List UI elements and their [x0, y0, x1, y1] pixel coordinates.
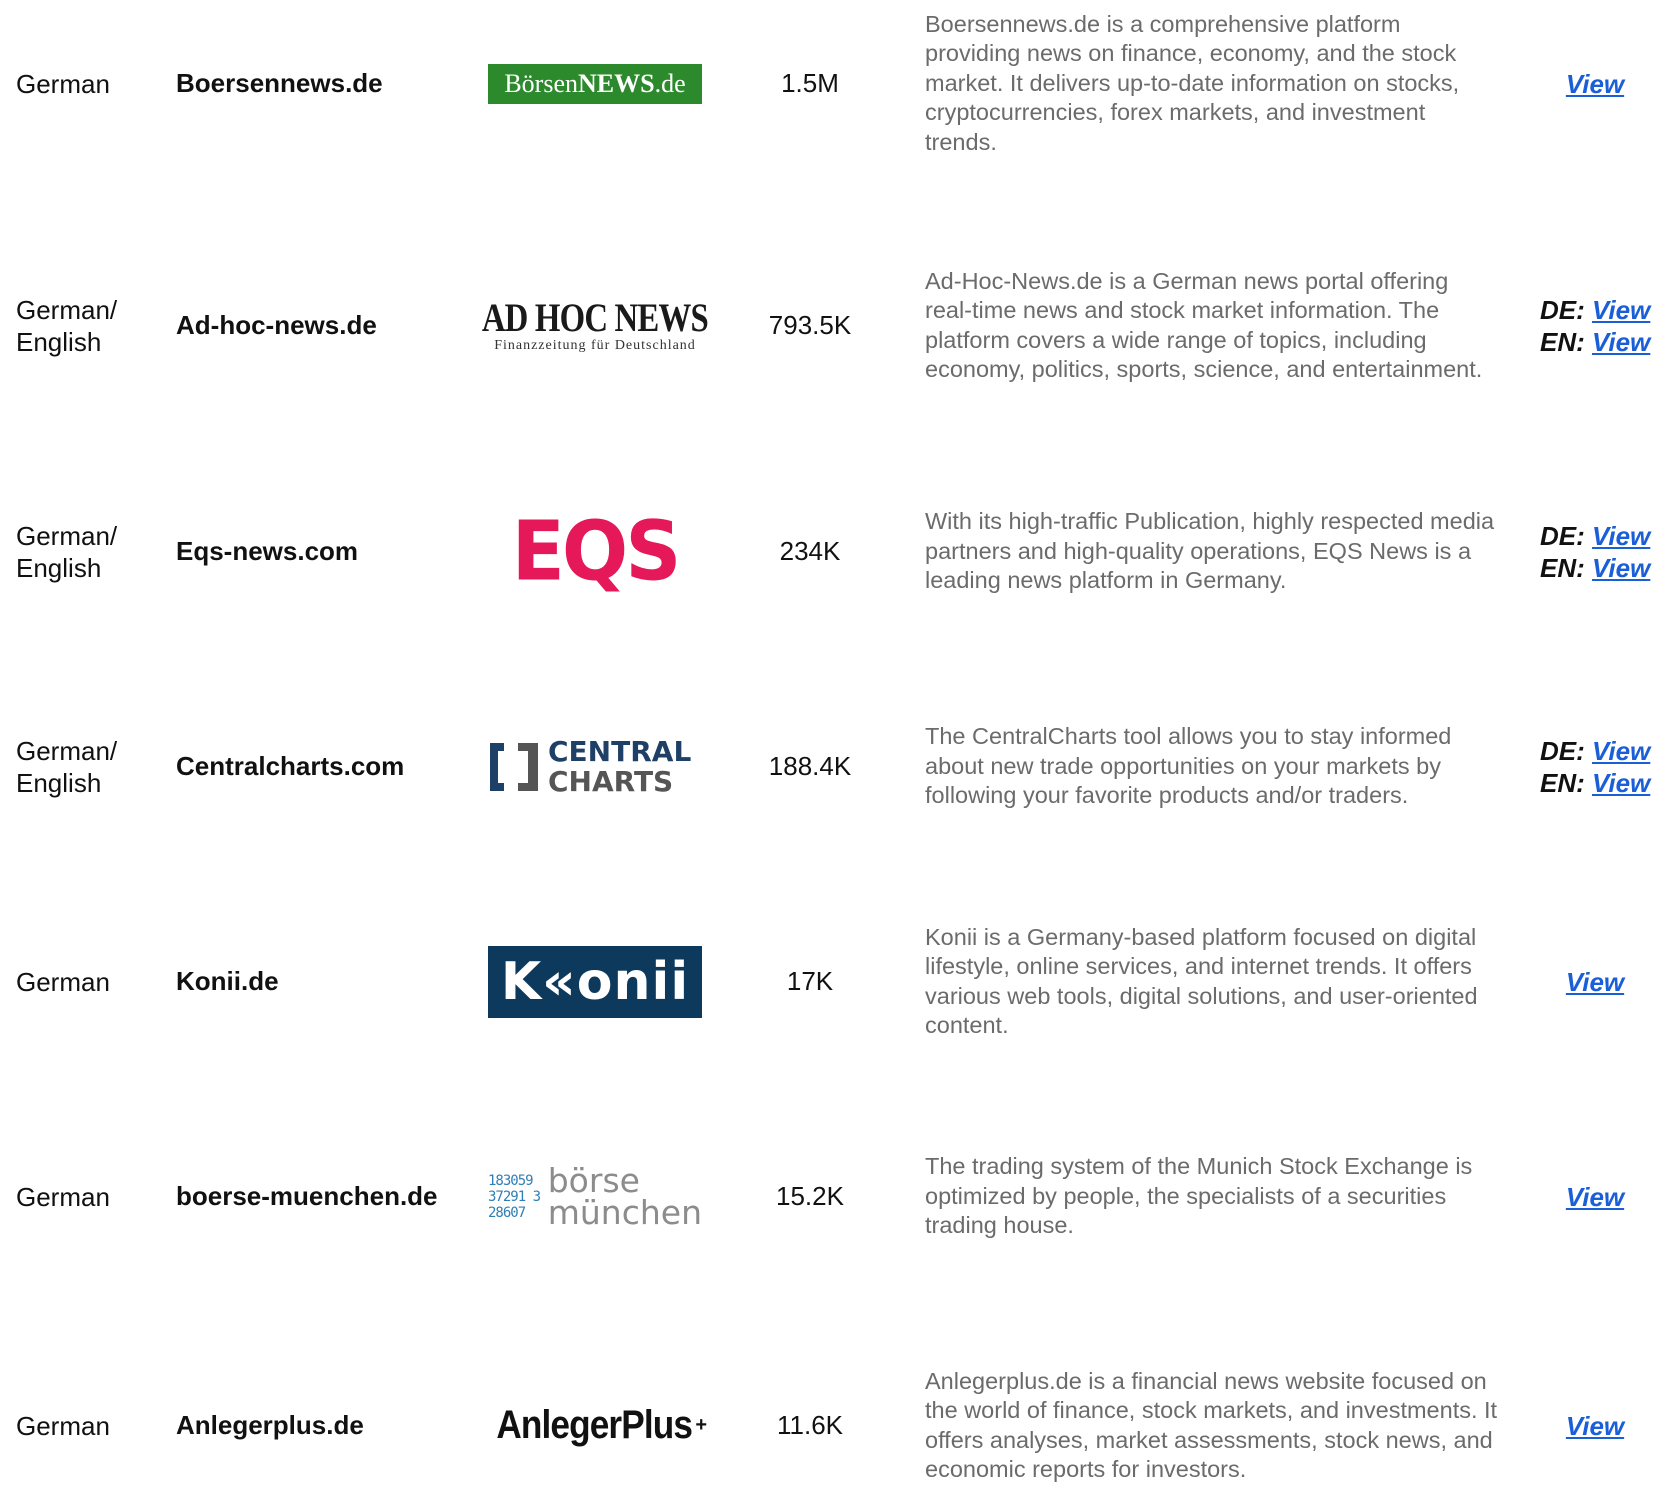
view-link[interactable]: View [1566, 69, 1624, 99]
centralcharts-logo: CENTRAL CHARTS [488, 731, 702, 803]
view-link-de[interactable]: View [1592, 736, 1650, 766]
links-cell: View [1540, 1119, 1650, 1274]
links-cell: DE: View EN: View [1540, 474, 1674, 629]
logo-text: .de [654, 68, 686, 98]
traffic-value: 11.6K [776, 1410, 843, 1440]
view-link[interactable]: View [1566, 967, 1624, 997]
lang-prefix: DE: [1540, 735, 1592, 766]
language-cell: German/ English [16, 520, 118, 583]
description: Ad-Hoc-News.de is a German news portal o… [925, 267, 1483, 383]
view-link-en[interactable]: View [1592, 327, 1650, 357]
table-row: German Boersennews.de BörsenNEWS.de 1.5M… [0, 6, 1674, 161]
description: Anlegerplus.de is a financial news websi… [925, 1367, 1498, 1483]
logo-text: K«onii [500, 951, 690, 1012]
traffic-value: 1.5M [781, 68, 839, 98]
language-cell: German [16, 68, 110, 99]
lang-prefix: EN: [1540, 767, 1592, 798]
links-cell: DE: View EN: View [1540, 689, 1674, 844]
logo-cell: K«onii [487, 904, 703, 1059]
site-name: Anlegerplus.de [176, 1410, 364, 1440]
traffic-value: 188.4K [768, 751, 852, 781]
logo-cell: CENTRAL CHARTS [487, 689, 703, 844]
logo-title: AD HOC NEWS [481, 294, 709, 340]
language-cell: German/ English [16, 735, 118, 798]
bracket-icon [490, 742, 538, 791]
traffic-value: 793.5K [768, 310, 852, 340]
digits-graphic: 183059 37291 328607 [488, 1172, 541, 1221]
logo-text: NEWS [578, 68, 655, 98]
logo-cell: AD HOC NEWS Finanzzeitung für Deutschlan… [482, 248, 709, 403]
links-cell: View [1540, 904, 1650, 1059]
language-cell: German/ English [16, 294, 118, 357]
logo-cell: BörsenNEWS.de [487, 6, 703, 161]
boerse-muenchen-logo: 183059 37291 328607 börse münchen [488, 1161, 702, 1233]
language-cell: German [16, 1181, 110, 1212]
description: With its high-traffic Publication, highl… [925, 508, 1495, 594]
adhocnews-logo: AD HOC NEWS Finanzzeitung für Deutschlan… [482, 290, 709, 362]
links-cell: View [1540, 1348, 1650, 1503]
table-row: German boerse-muenchen.de 183059 37291 3… [0, 1119, 1674, 1274]
logo-cell: EQS [487, 474, 703, 629]
description: The CentralCharts tool allows you to sta… [925, 723, 1452, 809]
language-cell: German [16, 1410, 110, 1441]
view-link-de[interactable]: View [1592, 295, 1650, 325]
site-name: Ad-hoc-news.de [176, 310, 377, 340]
links-cell: DE: View EN: View [1540, 248, 1674, 403]
lang-prefix: EN: [1540, 552, 1592, 583]
anlegerplus-logo: AnlegerPlus + [488, 1390, 707, 1462]
lang-prefix: DE: [1540, 520, 1592, 551]
boersennews-logo: BörsenNEWS.de [488, 63, 702, 104]
site-name: Boersennews.de [176, 68, 383, 98]
logo-cell: 183059 37291 328607 börse münchen [487, 1119, 703, 1274]
eqs-logo: EQS [488, 504, 702, 599]
site-name: Konii.de [176, 966, 279, 996]
table-row: German/ English Ad-hoc-news.de AD HOC NE… [0, 248, 1674, 403]
table-row: German/ English Eqs-news.com EQS 234K Wi… [0, 474, 1674, 629]
view-link[interactable]: View [1566, 1182, 1624, 1212]
traffic-value: 234K [779, 536, 841, 566]
site-name: Centralcharts.com [176, 751, 405, 781]
logo-plus: + [695, 1414, 708, 1436]
view-link-en[interactable]: View [1592, 553, 1650, 583]
table-row: German Anlegerplus.de AnlegerPlus + 11.6K… [0, 1348, 1674, 1503]
description: The trading system of the Munich Stock E… [925, 1153, 1473, 1239]
lang-prefix: DE: [1540, 294, 1592, 325]
logo-line2: CHARTS [548, 764, 674, 798]
description: Boersennews.de is a comprehensive platfo… [925, 10, 1460, 155]
table-row: German/ English Centralcharts.com CENTRA… [0, 689, 1674, 844]
links-cell: View [1540, 6, 1650, 161]
site-name: Eqs-news.com [176, 536, 359, 566]
logo-line1: CENTRAL [548, 734, 692, 768]
logo-text: Börsen [504, 68, 579, 98]
view-link-de[interactable]: View [1592, 521, 1650, 551]
logo-line2: münchen [547, 1192, 702, 1232]
traffic-value: 17K [786, 966, 834, 996]
logo-tagline: Finanzzeitung für Deutschland [494, 337, 696, 353]
lang-prefix: EN: [1540, 326, 1592, 357]
site-name: boerse-muenchen.de [176, 1181, 438, 1211]
traffic-value: 15.2K [776, 1181, 844, 1211]
konii-logo: K«onii [488, 945, 702, 1018]
view-link-en[interactable]: View [1592, 768, 1650, 798]
logo-text: EQS [511, 504, 682, 599]
table-row: German Konii.de K«onii 17K Konii is a Ge… [0, 904, 1674, 1059]
language-cell: German [16, 966, 110, 997]
description: Konii is a Germany-based platform focuse… [925, 923, 1478, 1039]
logo-text: AnlegerPlus [496, 1403, 693, 1447]
view-link[interactable]: View [1566, 1411, 1624, 1441]
logo-line1: börse [547, 1160, 640, 1200]
logo-cell: AnlegerPlus + [487, 1348, 707, 1503]
